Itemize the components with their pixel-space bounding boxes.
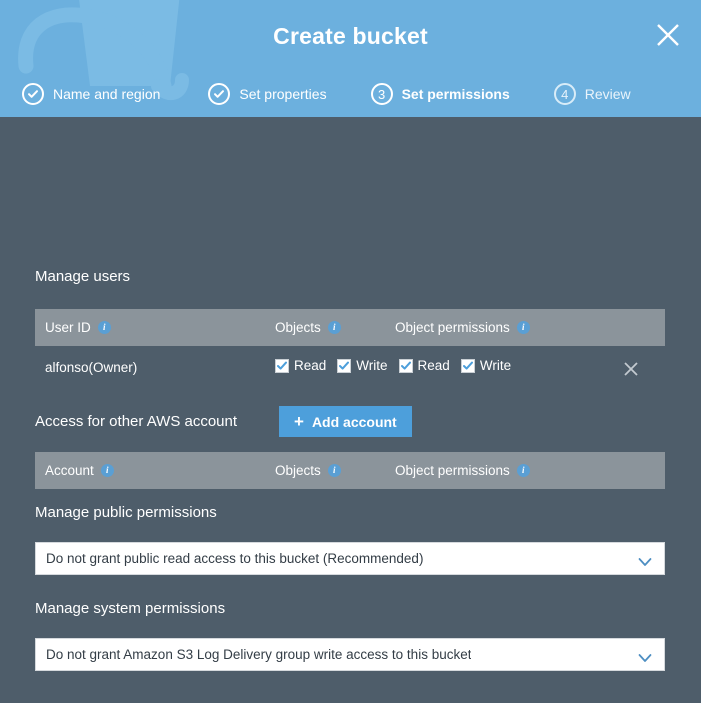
select-value: Do not grant public read access to this … xyxy=(46,551,424,566)
column-label: Objects xyxy=(275,320,321,335)
step-label-set-properties: Set properties xyxy=(239,86,327,102)
column-label: User ID xyxy=(45,320,91,335)
checkbox-objects-write[interactable]: Write xyxy=(337,358,388,373)
step-indicator: Name and region Set properties 3 Set per… xyxy=(0,74,701,114)
public-permissions-select[interactable]: Do not grant public read access to this … xyxy=(35,542,665,575)
checkbox-box[interactable] xyxy=(275,358,289,373)
step-set-permissions[interactable]: 3 Set permissions xyxy=(370,74,510,114)
manage-system-permissions-heading: Manage system permissions xyxy=(35,600,226,617)
close-icon[interactable] xyxy=(651,18,685,52)
step-review[interactable]: 4 Review xyxy=(553,74,631,114)
step-name-and-region[interactable]: Name and region xyxy=(22,74,160,114)
step-number-badge: 3 xyxy=(370,83,393,105)
info-icon[interactable]: i xyxy=(100,464,114,477)
step-label-set-permissions: Set permissions xyxy=(401,86,510,102)
checkbox-box[interactable] xyxy=(398,358,413,373)
checkbox-label: Write xyxy=(356,358,388,373)
table-row: alfonso(Owner) Read Write Read Write xyxy=(35,353,665,387)
select-value: Do not grant Amazon S3 Log Delivery grou… xyxy=(46,647,472,662)
info-icon[interactable]: i xyxy=(516,321,530,334)
check-icon xyxy=(208,83,231,105)
checkbox-label: Write xyxy=(479,358,512,373)
column-header-object-permissions: Object permissions i xyxy=(395,320,530,335)
page-title: Create bucket xyxy=(273,23,428,49)
modal-header: Create bucket Name and region Set proper… xyxy=(0,0,701,117)
user-id-value: alfonso(Owner) xyxy=(45,360,138,375)
step-label-name-and-region: Name and region xyxy=(53,86,161,102)
column-header-objects: Objects i xyxy=(275,463,341,478)
title-row: Create bucket xyxy=(0,0,701,66)
add-account-button[interactable]: + Add account xyxy=(279,406,412,437)
manage-users-heading: Manage users xyxy=(35,268,131,285)
plus-icon: + xyxy=(294,412,304,431)
users-table-header: User ID i Objects i Object permissions i xyxy=(35,309,665,346)
column-header-object-permissions: Object permissions i xyxy=(395,463,530,478)
step-number-badge: 4 xyxy=(553,83,576,105)
other-aws-account-heading: Access for other AWS account xyxy=(35,413,238,430)
checkbox-objects-read[interactable]: Read xyxy=(275,358,326,373)
chevron-down-icon xyxy=(638,554,652,572)
step-label-review: Review xyxy=(584,86,631,102)
account-table-header: Account i Objects i Object permissions i xyxy=(35,452,665,489)
checkbox-object-permissions-write[interactable]: Write xyxy=(460,358,512,373)
column-label: Objects xyxy=(275,463,321,478)
chevron-down-icon xyxy=(638,650,652,668)
column-label: Account xyxy=(45,463,94,478)
checkbox-label: Read xyxy=(294,358,327,373)
add-account-label: Add account xyxy=(311,413,397,430)
checkbox-object-permissions-read[interactable]: Read xyxy=(398,358,450,373)
permission-checkbox-group: Read Write Read Write xyxy=(275,358,522,373)
info-icon[interactable]: i xyxy=(327,464,341,477)
column-header-account: Account i xyxy=(45,463,114,478)
system-permissions-select[interactable]: Do not grant Amazon S3 Log Delivery grou… xyxy=(35,638,665,671)
column-header-objects: Objects i xyxy=(275,320,341,335)
checkbox-label: Read xyxy=(417,358,450,373)
info-icon[interactable]: i xyxy=(327,321,341,334)
info-icon[interactable]: i xyxy=(97,321,111,334)
check-icon xyxy=(22,83,44,105)
column-label: Object permissions xyxy=(395,320,510,335)
create-bucket-modal: Create bucket Name and region Set proper… xyxy=(0,0,701,703)
column-label: Object permissions xyxy=(395,463,510,478)
column-header-user-id: User ID i xyxy=(45,320,111,335)
step-set-properties[interactable]: Set properties xyxy=(208,74,327,114)
manage-public-permissions-heading: Manage public permissions xyxy=(35,504,217,521)
checkbox-box[interactable] xyxy=(337,358,352,373)
remove-row-icon[interactable] xyxy=(620,358,642,380)
info-icon[interactable]: i xyxy=(516,464,530,477)
checkbox-box[interactable] xyxy=(460,358,475,373)
